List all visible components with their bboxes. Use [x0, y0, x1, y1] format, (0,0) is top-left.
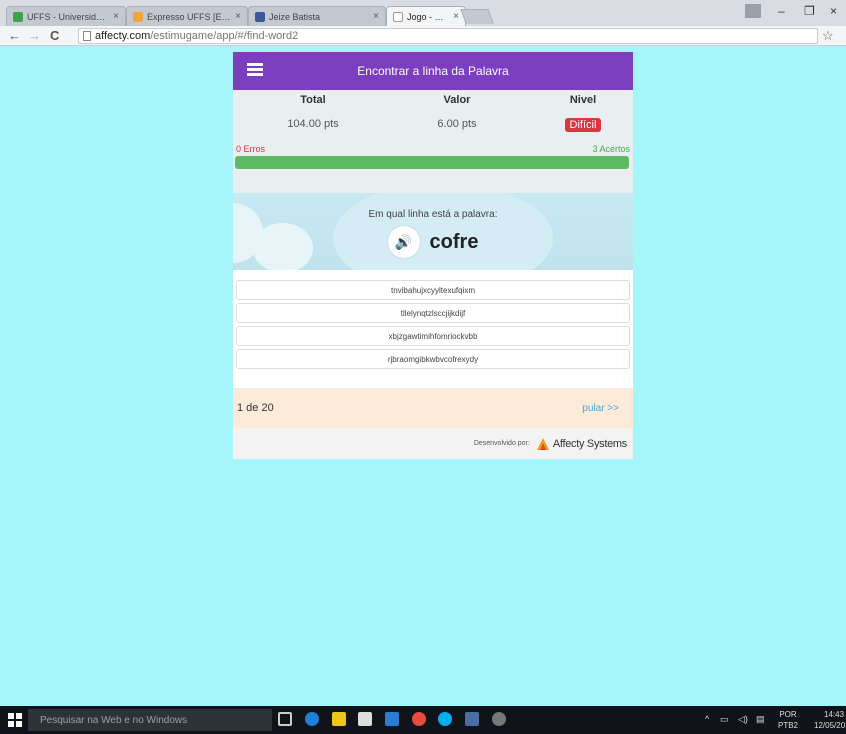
browser-tab-facebook[interactable]: Jeize Batista × [248, 6, 386, 26]
lang: POR [779, 710, 797, 719]
date: 12/05/2016 [814, 721, 846, 730]
total-column: Total 104.00 pts [253, 94, 373, 130]
app-icon[interactable] [492, 712, 506, 726]
chrome-icon[interactable] [412, 712, 426, 726]
close-tab-icon[interactable]: × [453, 11, 459, 22]
brand-name: Affecty Systems [552, 437, 627, 450]
tab-title: Jogo - EstimuGAME [407, 11, 449, 22]
windows-start-icon[interactable] [8, 713, 22, 727]
address-bar: ← → C affecty.com/estimugame/app/#/find-… [0, 26, 846, 46]
question-label: Em qual linha está a palavra: [368, 209, 498, 220]
game-card: Encontrar a linha da Palavra Total 104.0… [233, 52, 633, 459]
browser-tab-estimugame[interactable]: Jogo - EstimuGAME × [386, 6, 466, 26]
tray-chevron-icon[interactable]: ^ [705, 714, 709, 724]
footer: Desenvolvido por: Affecty Systems [233, 428, 633, 459]
option-row-3[interactable]: xbjzgawtimihfomriockvbb [236, 326, 630, 346]
option-row-4[interactable]: rjbraomgibkwbvcofrexydy [236, 349, 630, 369]
question-panel: Em qual linha está a palavra: 🔊 cofre [233, 193, 633, 270]
windows-search-input[interactable]: Pesquisar na Web e no Windows [28, 709, 272, 731]
network-icon[interactable]: ▭ [720, 714, 729, 725]
url-input[interactable]: affecty.com/estimugame/app/#/find-word2 [78, 28, 818, 44]
pagination-bar: 1 de 20 pular >> [233, 388, 633, 428]
user-profile-icon[interactable] [745, 4, 761, 18]
options-list: tnvibahujxcyyltexufqixm tllelynqtzlsccji… [233, 270, 633, 378]
bookmark-star-icon[interactable]: ☆ [822, 28, 834, 44]
tab-title: Jeize Batista [269, 11, 321, 22]
play-sound-button[interactable]: 🔊 [387, 226, 420, 258]
app-icon[interactable] [465, 712, 479, 726]
facebook-favicon-icon [255, 11, 265, 22]
valor-column: Valor 6.00 pts [397, 94, 517, 130]
close-tab-icon[interactable]: × [373, 11, 379, 22]
file-explorer-icon[interactable] [332, 712, 346, 726]
valor-value: 6.00 pts [437, 118, 477, 130]
expresso-favicon-icon [133, 11, 143, 22]
total-label: Total [300, 94, 326, 106]
progress-fill [235, 156, 629, 169]
tab-title: UFFS - Universidade Fede [27, 11, 110, 22]
affecty-logo-icon [536, 437, 549, 450]
windows-taskbar: Pesquisar na Web e no Windows ^ ▭ ◁) ▤ P… [0, 706, 846, 734]
lang-sub: PTB2 [778, 721, 799, 730]
url-host: affecty.com [95, 30, 151, 42]
nivel-label: Nivel [569, 94, 597, 106]
page-title: Encontrar a linha da Palavra [357, 64, 509, 78]
tab-title: Expresso UFFS [Expresso [147, 11, 232, 22]
errors-count: 0 Erros [236, 144, 266, 154]
app-header: Encontrar a linha da Palavra [233, 52, 633, 90]
menu-icon[interactable] [247, 63, 263, 79]
volume-icon[interactable]: ◁) [738, 714, 748, 725]
close-tab-icon[interactable]: × [235, 11, 241, 22]
notifications-icon[interactable]: ▤ [756, 714, 765, 725]
edge-browser-icon[interactable] [305, 712, 319, 726]
uffs-favicon-icon [13, 11, 23, 22]
maximize-button[interactable]: ❐ [804, 4, 815, 18]
valor-label: Valor [443, 94, 471, 106]
progress-bar [235, 156, 629, 169]
developed-by-label: Desenvolvido por: [473, 440, 530, 447]
minimize-button[interactable]: – [778, 4, 785, 18]
browser-tab-uffs[interactable]: UFFS - Universidade Fede × [6, 6, 126, 26]
speaker-icon: 🔊 [394, 233, 413, 250]
task-view-icon[interactable] [278, 712, 292, 726]
page-favicon-icon [393, 11, 403, 22]
new-tab-button[interactable] [460, 9, 494, 24]
language-indicator[interactable]: POR PTB2 [778, 709, 798, 731]
option-row-1[interactable]: tnvibahujxcyyltexufqixm [236, 280, 630, 300]
close-tab-icon[interactable]: × [113, 11, 119, 22]
skip-link[interactable]: pular >> [582, 403, 619, 414]
skype-icon[interactable] [438, 712, 452, 726]
clock[interactable]: 14:43 12/05/2016 [814, 709, 846, 731]
browser-tab-expresso[interactable]: Expresso UFFS [Expresso × [126, 6, 248, 26]
score-panel: Total 104.00 pts Valor 6.00 pts Nivel Di… [233, 90, 633, 193]
forward-arrow-icon[interactable]: → [28, 28, 41, 43]
url-path: /estimugame/app/#/find-word2 [150, 30, 299, 42]
page-icon [83, 31, 91, 41]
app-icon[interactable] [385, 712, 399, 726]
browser-tab-bar: UFFS - Universidade Fede × Expresso UFFS… [0, 0, 846, 26]
nivel-column: Nivel Difícil [523, 94, 643, 132]
difficulty-badge: Difícil [564, 118, 602, 132]
target-word: cofre [429, 230, 479, 253]
close-window-button[interactable]: × [830, 4, 837, 18]
time: 14:43 [824, 710, 845, 719]
page-indicator: 1 de 20 [237, 402, 274, 414]
total-value: 104.00 pts [287, 118, 339, 130]
hits-count: 3 Acertos [592, 144, 630, 154]
store-icon[interactable] [358, 712, 372, 726]
option-row-2[interactable]: tllelynqtzlsccjijkdijf [236, 303, 630, 323]
search-placeholder: Pesquisar na Web e no Windows [40, 714, 188, 726]
reload-icon[interactable]: C [50, 28, 59, 43]
back-arrow-icon[interactable]: ← [8, 28, 21, 43]
affecty-brand[interactable]: Affecty Systems [536, 437, 627, 451]
